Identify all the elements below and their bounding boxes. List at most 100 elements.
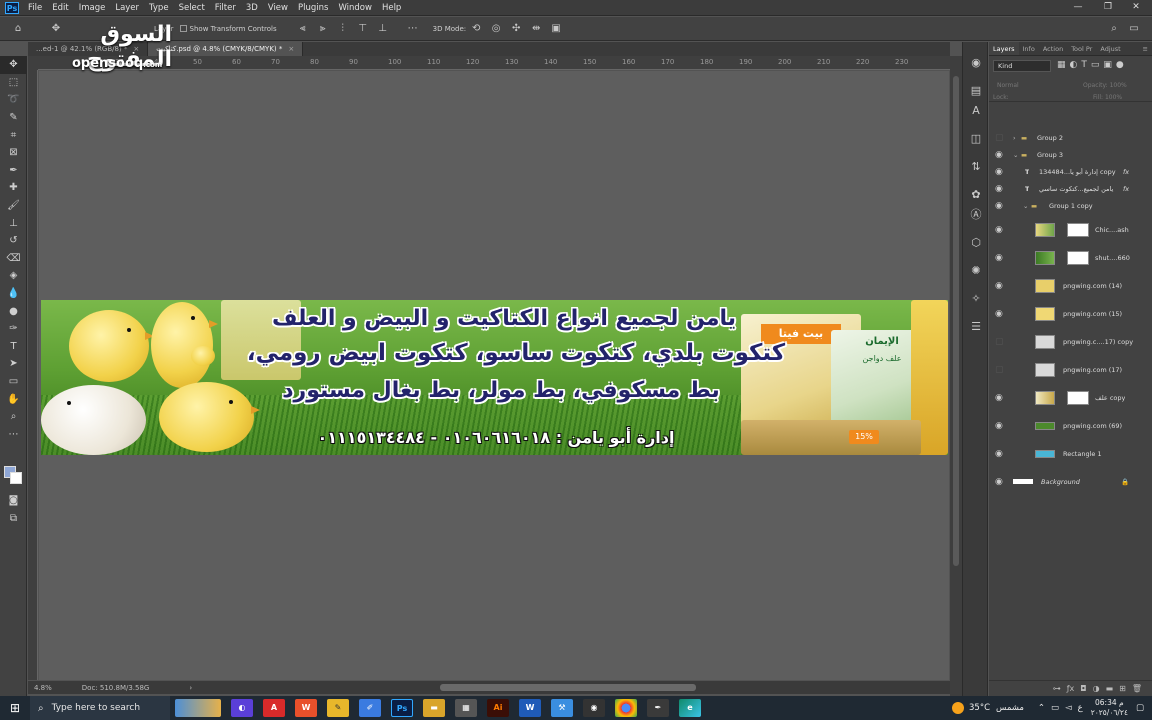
adjustment-layer-icon[interactable]: ◑ <box>1093 684 1100 693</box>
weather-temp[interactable]: 35°C <box>969 703 990 713</box>
layer-filter-icons[interactable]: ▦◐T▭▣● <box>1057 60 1128 70</box>
menu-type[interactable]: Type <box>144 3 174 13</box>
rectangle-tool-icon[interactable]: ▭ <box>0 373 27 391</box>
volume-icon[interactable]: ◅ <box>1065 703 1072 713</box>
pen-app-icon[interactable]: ✒ <box>647 699 669 717</box>
tray-chevron-icon[interactable]: ⌃ <box>1038 703 1045 713</box>
layer-row[interactable]: ◉ T إدارة أبو يا...134484 copy fx <box>989 166 1152 178</box>
scroll-thumb[interactable] <box>953 76 959 566</box>
add-mask-icon[interactable]: ◘ <box>1080 684 1086 693</box>
eye-icon[interactable]: ◉ <box>995 478 1005 487</box>
show-transform-controls[interactable]: Show Transform Controls <box>179 25 277 33</box>
zoom-level[interactable]: 4.8% <box>34 684 52 692</box>
background-color-swatch[interactable] <box>10 472 22 484</box>
layer-row[interactable]: ◉ pngwing.com (15) <box>989 306 1152 322</box>
layer-row[interactable]: ◉ Rectangle 1 <box>989 446 1152 462</box>
frame-tool-icon[interactable]: ⊠ <box>0 144 27 162</box>
type-tool-icon[interactable]: T <box>0 338 27 356</box>
status-arrow-icon[interactable]: › <box>189 684 192 692</box>
menu-edit[interactable]: Edit <box>47 3 73 13</box>
align-top-icon[interactable]: ⊤ <box>357 23 369 34</box>
glyphs-icon[interactable]: Ⓐ <box>968 208 984 222</box>
menu-filter[interactable]: Filter <box>210 3 241 13</box>
transform-checkbox[interactable] <box>179 25 187 32</box>
marquee-tool-icon[interactable]: ⬚ <box>0 74 27 92</box>
search-icon[interactable]: ⌕ <box>1108 23 1120 34</box>
align-right-icon[interactable]: ⫶ <box>337 23 349 34</box>
fx-icon[interactable]: ƒx <box>1067 684 1075 693</box>
menu-layer[interactable]: Layer <box>110 3 144 13</box>
drag-3d-icon[interactable]: ✣ <box>510 23 522 34</box>
brush-settings-icon[interactable]: ✿ <box>968 188 984 202</box>
wps-office-icon[interactable]: W <box>295 699 317 717</box>
kind-filter-dropdown[interactable]: Kind <box>993 60 1051 72</box>
visibility-off-icon[interactable]: ▢ <box>995 134 1005 143</box>
vertical-scrollbar[interactable] <box>950 56 962 696</box>
layer-row[interactable]: ◉ shut....660 <box>989 250 1152 266</box>
orbit-3d-icon[interactable]: ⟲ <box>470 23 482 34</box>
slide-3d-icon[interactable]: ⇹ <box>530 23 542 34</box>
layer-row[interactable]: ◉ ⌄ ▬ Group 1 copy <box>989 200 1152 212</box>
fx-icon[interactable]: fx <box>1123 168 1129 176</box>
minimize-button[interactable]: — <box>1068 0 1088 16</box>
menu-view[interactable]: View <box>263 3 293 13</box>
layer-row[interactable]: ◉ ⌄ ▬ Group 3 <box>989 149 1152 161</box>
properties-icon[interactable]: ☰ <box>968 320 984 334</box>
layer-row[interactable]: ◉ Chic....ash <box>989 222 1152 238</box>
layer-row[interactable]: ◉ Background 🔒 <box>989 474 1152 490</box>
eye-icon[interactable]: ◉ <box>995 151 1005 160</box>
align-middle-icon[interactable]: ⊥ <box>377 23 389 34</box>
color-wheel-icon[interactable]: ◉ <box>968 56 984 70</box>
trash-icon[interactable]: 🗑 <box>1132 684 1142 693</box>
tab-adjustments[interactable]: Adjust <box>1096 42 1124 55</box>
dodge-tool-icon[interactable]: ● <box>0 302 27 320</box>
layer-row[interactable]: ◉ علف copy <box>989 390 1152 406</box>
file-explorer-icon[interactable]: ▬ <box>423 699 445 717</box>
layer-row[interactable]: ◉ pngwing.com (14) <box>989 278 1152 294</box>
tab-info[interactable]: Info <box>1019 42 1039 55</box>
menu-image[interactable]: Image <box>74 3 111 13</box>
hand-tool-icon[interactable]: ✋ <box>0 390 27 408</box>
layer-row[interactable]: ◉ pngwing.com (69) <box>989 418 1152 434</box>
horizontal-scrollbar[interactable] <box>440 684 696 691</box>
visibility-off-icon[interactable]: ▢ <box>995 338 1005 347</box>
tab-close-icon[interactable]: × <box>288 45 294 53</box>
copilot-icon[interactable]: ◐ <box>231 699 253 717</box>
crop-tool-icon[interactable]: ⌗ <box>0 126 27 144</box>
blur-tool-icon[interactable]: 💧 <box>0 285 27 303</box>
menu-file[interactable]: File <box>23 3 47 13</box>
navigator-icon[interactable]: ▤ <box>968 84 984 98</box>
brush-tool-icon[interactable]: 🖌 <box>0 197 27 215</box>
panel-menu-icon[interactable]: ≡ <box>1139 42 1152 55</box>
illustrator-icon[interactable]: Ai <box>487 699 509 717</box>
taskbar-search-box[interactable]: ⌕ Type here to search <box>30 696 170 720</box>
eraser-tool-icon[interactable]: ⌫ <box>0 250 27 268</box>
tool-icon[interactable]: ⚒ <box>551 699 573 717</box>
quick-select-tool-icon[interactable]: ✎ <box>0 109 27 127</box>
align-left-icon[interactable]: ⫷ <box>297 23 309 34</box>
opacity-field[interactable]: Opacity: 100% <box>1083 80 1145 91</box>
history-brush-tool-icon[interactable]: ↺ <box>0 232 27 250</box>
eye-icon[interactable]: ◉ <box>995 450 1005 459</box>
eye-icon[interactable]: ◉ <box>995 422 1005 431</box>
close-window-button[interactable]: ✕ <box>1126 0 1146 16</box>
group-caret-icon[interactable]: ⌄ <box>1013 151 1018 159</box>
scale-3d-icon[interactable]: ▣ <box>550 23 562 34</box>
lasso-tool-icon[interactable]: ➰ <box>0 91 27 109</box>
workspace-icon[interactable]: ▭ <box>1128 23 1140 34</box>
eyedropper-tool-icon[interactable]: ✒ <box>0 162 27 180</box>
pen-tool-icon[interactable]: ✑ <box>0 320 27 338</box>
calculator-icon[interactable]: ▦ <box>455 699 477 717</box>
fx-icon[interactable]: fx <box>1123 185 1129 193</box>
shapes-icon[interactable]: ✺ <box>968 264 984 278</box>
eye-icon[interactable]: ◉ <box>995 202 1005 211</box>
word-icon[interactable]: W <box>519 699 541 717</box>
layer-row[interactable]: ▢ › ▬ Group 2 <box>989 132 1152 144</box>
acrobat-icon[interactable]: A <box>263 699 285 717</box>
paint-icon[interactable]: ✐ <box>359 699 381 717</box>
widgets-icon[interactable] <box>175 699 221 717</box>
screen-mode-icon[interactable]: ⧉ <box>0 510 27 528</box>
clock[interactable]: 06:34 م ٢٠٢٥/٠٦/٢٤ <box>1091 698 1128 718</box>
sticky-notes-icon[interactable]: ✎ <box>327 699 349 717</box>
fill-field[interactable]: Fill: 100% <box>1093 94 1122 101</box>
